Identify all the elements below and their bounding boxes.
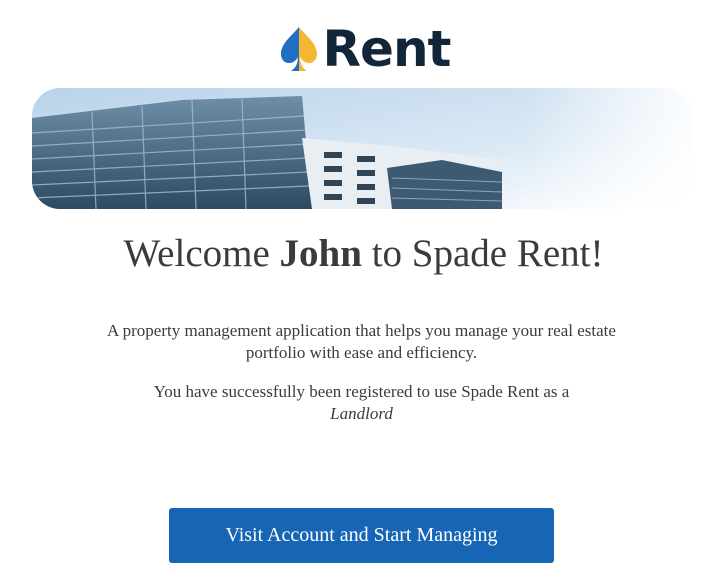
spade-icon [280,27,317,71]
app-description: A property management application that h… [107,321,616,362]
welcome-email: Rent Welcome John to Spade Rent! A prope… [0,0,727,577]
hero-image [32,88,692,209]
logo: Rent [0,20,727,78]
brand-name: Rent [322,20,452,78]
visit-account-button[interactable]: Visit Account and Start Managing [169,508,554,563]
registration-message: You have successfully been registered to… [104,381,619,425]
user-name: John [279,232,362,275]
registration-text: You have successfully been registered to… [153,382,570,401]
user-role: Landlord [330,404,393,423]
welcome-heading: Welcome John to Spade Rent! [0,227,727,281]
welcome-suffix: to Spade Rent! [361,232,604,275]
welcome-prefix: Welcome [123,232,280,275]
office-buildings-photo [32,88,692,209]
